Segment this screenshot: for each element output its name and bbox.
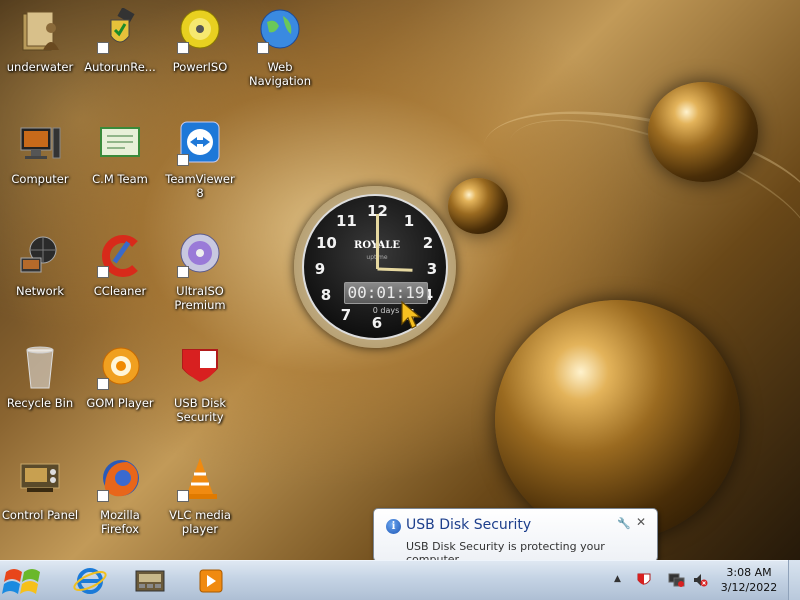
desktop-icon-cm-team[interactable]: C.M Team (80, 120, 160, 186)
clock-number: 11 (336, 212, 357, 230)
certificate-icon (97, 120, 143, 166)
wallpaper-orb (495, 300, 740, 540)
clock-number: 9 (314, 260, 326, 278)
desktop-icon-label: PowerISO (172, 60, 228, 74)
close-icon[interactable]: ✕ (636, 515, 646, 529)
ccleaner-icon (97, 232, 143, 278)
shortcut-arrow-icon (97, 378, 109, 390)
desktop-icon-label: USB Disk Security (174, 396, 226, 424)
teamviewer-icon (177, 120, 223, 166)
desktop-icon-control-panel[interactable]: Control Panel (0, 456, 80, 522)
folder-person-icon (17, 8, 63, 54)
desktop-icon-firefox[interactable]: Mozilla Firefox (80, 456, 160, 536)
shortcut-arrow-icon (257, 42, 269, 54)
desktop-icon-gom-player[interactable]: GOM Player (80, 344, 160, 410)
clock-time: 3:08 AM (726, 566, 772, 579)
desktop-icon-web-navigation[interactable]: Web Navigation (240, 8, 320, 88)
shortcut-arrow-icon (177, 154, 189, 166)
start-button[interactable] (2, 562, 54, 600)
usb-security-notification[interactable]: i USB Disk Security USB Disk Security is… (373, 508, 658, 573)
desktop-icon-label: underwater (6, 60, 74, 74)
desktop-icon-computer[interactable]: Computer (0, 120, 80, 186)
desktop[interactable]: underwater Computer Network Recycle Bin … (0, 0, 800, 560)
desktop-icon-autorunremover[interactable]: AutorunRe... (80, 7, 160, 74)
clock-number: 8 (320, 286, 332, 304)
shortcut-arrow-icon (97, 266, 109, 278)
desktop-icon-teamviewer[interactable]: TeamViewer 8 (160, 120, 240, 200)
computer-icon (17, 120, 63, 166)
clock-date: 3/12/2022 (720, 581, 778, 594)
desktop-icon-network[interactable]: Network (0, 232, 80, 298)
desktop-icon-vlc[interactable]: VLC media player (160, 456, 240, 536)
shortcut-arrow-icon (177, 42, 189, 54)
wrench-icon[interactable]: 🔧 (617, 517, 631, 530)
clock-minute-hand (376, 214, 379, 269)
volume-muted-icon[interactable] (692, 572, 708, 588)
desktop-icon-label: VLC media player (169, 508, 231, 536)
gom-player-icon (97, 344, 143, 390)
desktop-icon-label: Computer (11, 172, 69, 186)
show-desktop-button[interactable] (788, 560, 800, 600)
globe-icon (257, 8, 303, 54)
desktop-icon-recycle-bin[interactable]: Recycle Bin (0, 344, 80, 410)
wallpaper-orb (448, 178, 508, 234)
usb-security-tray-icon[interactable] (636, 572, 652, 588)
desktop-icon-label: Web Navigation (248, 60, 312, 88)
file-manager-icon (135, 570, 165, 592)
mouse-cursor-icon (401, 300, 422, 329)
desktop-icon-usb-disk-security[interactable]: USB Disk Security (160, 344, 240, 424)
firefox-icon (97, 456, 143, 502)
show-hidden-icons-arrow[interactable]: ▲ (614, 574, 621, 584)
desktop-icon-ccleaner[interactable]: CCleaner (80, 232, 160, 298)
info-icon: i (386, 519, 401, 534)
desktop-icon-ultraiso[interactable]: UltraISO Premium (160, 232, 240, 312)
desktop-icon-underwater[interactable]: underwater (0, 8, 80, 74)
desktop-icon-label: UltraISO Premium (174, 284, 226, 312)
usb-shield-icon (177, 344, 223, 390)
recycle-bin-icon (17, 344, 63, 390)
clock-number: 3 (426, 260, 438, 278)
taskbar-internet-explorer[interactable] (62, 562, 116, 600)
wallpaper-orb (648, 82, 758, 182)
taskbar-media-player[interactable] (182, 562, 236, 600)
desktop-icon-label: Recycle Bin (6, 396, 74, 410)
desktop-icon-label: CCleaner (93, 284, 147, 298)
desktop-icon-label: C.M Team (92, 172, 148, 186)
desktop-icon-label: Network (15, 284, 65, 298)
network-tray-icon[interactable] (668, 572, 685, 588)
autorun-shield-icon (97, 7, 143, 54)
shortcut-arrow-icon (97, 490, 109, 502)
windows-logo-icon (2, 569, 40, 594)
shortcut-arrow-icon (177, 490, 189, 502)
network-icon (17, 232, 63, 278)
clock-gadget[interactable]: 12 1 2 3 4 5 6 7 8 9 10 11 ROYALE uptime… (294, 186, 456, 348)
desktop-icon-poweriso[interactable]: PowerISO (160, 8, 240, 74)
vlc-cone-icon (177, 456, 223, 502)
poweriso-disc-icon (177, 8, 223, 54)
clock-number: 1 (403, 212, 415, 230)
ultraiso-disc-icon (177, 232, 223, 278)
clock-hour-hand (377, 267, 413, 272)
internet-explorer-icon (73, 568, 107, 594)
taskbar-file-manager[interactable] (122, 562, 176, 600)
control-panel-icon (17, 456, 63, 502)
desktop-icon-label: Control Panel (1, 508, 79, 522)
notification-title: USB Disk Security (406, 517, 532, 533)
desktop-icon-label: TeamViewer 8 (165, 172, 235, 200)
taskbar-clock[interactable]: 3:08 AM 3/12/2022 (716, 565, 782, 595)
desktop-icon-label: AutorunRe... (84, 60, 156, 74)
media-player-icon (199, 569, 223, 593)
shortcut-arrow-icon (177, 266, 189, 278)
desktop-icon-label: Mozilla Firefox (100, 508, 140, 536)
clock-face: 12 1 2 3 4 5 6 7 8 9 10 11 ROYALE uptime… (302, 194, 448, 340)
shortcut-arrow-icon (97, 42, 109, 54)
desktop-icon-label: GOM Player (86, 396, 154, 410)
clock-number: 6 (371, 314, 383, 332)
